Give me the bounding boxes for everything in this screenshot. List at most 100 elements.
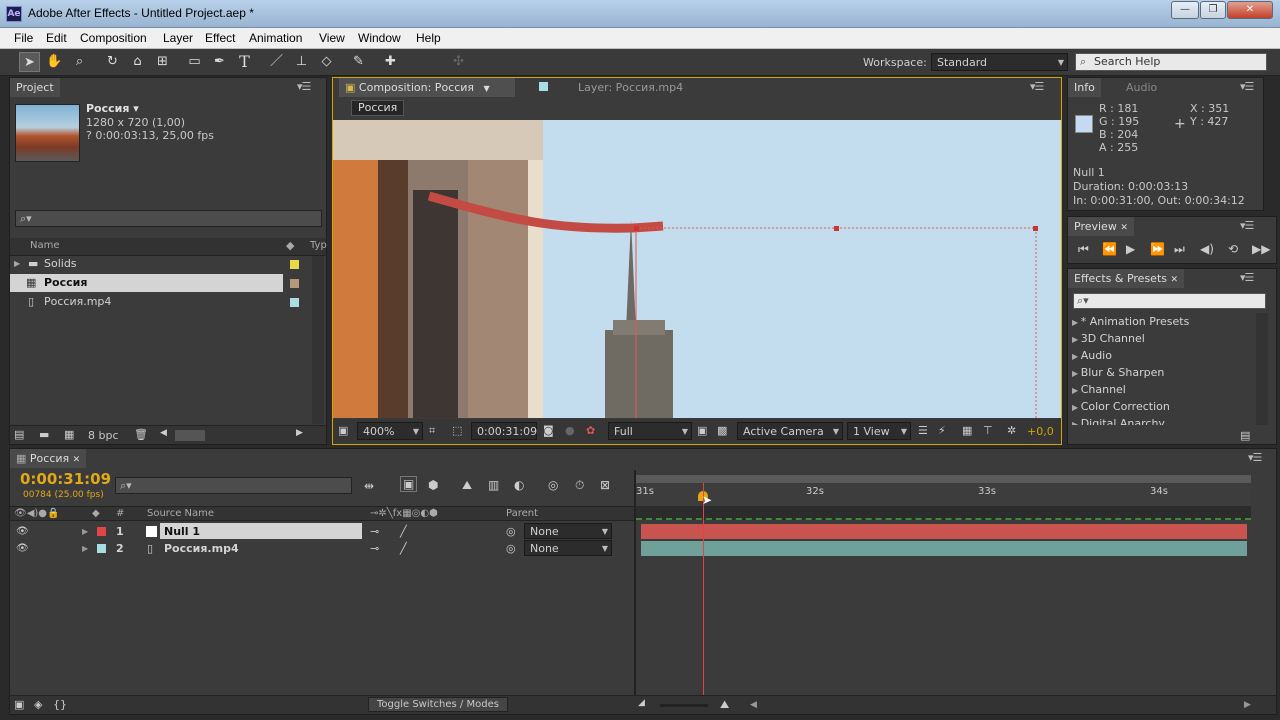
time-ruler[interactable]: 31s 32s 33s 34s <box>636 484 1251 506</box>
pick-whip-icon[interactable]: ◎ <box>506 523 516 541</box>
menu-effect[interactable]: Effect <box>205 31 235 45</box>
tab-effects-presets[interactable]: Effects & Presets ✕ <box>1068 269 1185 288</box>
comp-mini-flowchart-icon[interactable]: ⇹ <box>364 479 374 493</box>
tab-project[interactable]: Project <box>10 78 60 97</box>
label-color-swatch[interactable] <box>290 279 299 288</box>
type-tool-icon[interactable]: T <box>234 52 255 72</box>
close-button[interactable]: ✕ <box>1227 1 1273 19</box>
hide-shy-layers-icon[interactable]: ⛰ <box>462 478 472 493</box>
shy-switch-icon[interactable]: ⊸ <box>370 540 379 558</box>
scroll-right-icon[interactable]: ▶ <box>1244 700 1251 710</box>
motion-blur-icon[interactable]: ◐ <box>514 478 524 492</box>
effects-item[interactable]: ▶ Audio <box>1072 347 1112 365</box>
expand-arrow-icon[interactable]: ▶ <box>14 255 20 273</box>
snapshot-icon[interactable]: ◙ <box>543 424 554 437</box>
project-scrollbar[interactable] <box>312 256 324 424</box>
transfer-controls-icon[interactable]: ◈ <box>34 698 42 711</box>
menu-composition[interactable]: Composition <box>80 31 147 45</box>
effects-item[interactable]: ▶ 3D Channel <box>1072 330 1145 348</box>
pick-whip-icon[interactable]: ◎ <box>506 540 516 558</box>
work-area-bar[interactable] <box>636 506 1251 520</box>
timeline-layer-row[interactable]: 👁 ▶ 1 Null 1 ⊸ ╱ ◎ None ▼ <box>10 523 634 540</box>
zoom-tool-icon[interactable]: ⌕ <box>69 52 90 72</box>
loop-icon[interactable]: ⟲ <box>1228 242 1238 256</box>
new-folder-icon[interactable]: ▤ <box>1240 429 1250 442</box>
auto-keyframe-icon[interactable]: ⏱ <box>575 478 584 493</box>
roto-brush-tool-icon[interactable]: ✎ <box>348 52 369 72</box>
tab-composition[interactable]: ▣ Composition: Россия ▼ <box>339 78 515 97</box>
comp-breadcrumb[interactable]: Россия <box>351 100 405 116</box>
fast-preview-icon[interactable]: ▣ <box>697 424 707 437</box>
timeline-layer-row[interactable]: 👁 ▶ 2 ▯ Россия.mp4 ⊸ ╱ ◎ None ▼ <box>10 540 634 557</box>
current-time-display[interactable]: 0:00:31:09 <box>471 422 537 440</box>
search-help-input[interactable]: ⌕ Search Help <box>1075 53 1267 71</box>
eraser-tool-icon[interactable]: ◇ <box>316 52 337 72</box>
zoom-out-icon[interactable]: ◢ <box>638 698 645 708</box>
zoom-select[interactable]: 400% ▼ <box>357 422 423 440</box>
label-color-swatch[interactable] <box>97 527 106 536</box>
visibility-eye-icon[interactable]: 👁 <box>16 523 29 541</box>
effects-search-input[interactable]: ⌕▾ <box>1073 293 1266 309</box>
resolution-select[interactable]: Full ▼ <box>608 422 692 440</box>
toggle-switches-modes-button[interactable]: Toggle Switches / Modes <box>368 697 508 712</box>
close-tab-icon[interactable]: ✕ <box>73 455 81 465</box>
parent-select[interactable]: None ▼ <box>524 540 612 556</box>
label-color-swatch[interactable] <box>290 260 299 269</box>
camera-select[interactable]: Active Camera ▼ <box>737 422 843 440</box>
panel-menu-icon[interactable]: ▾☰ <box>1240 219 1254 232</box>
layer-switches-icon[interactable]: ▣ <box>14 698 24 711</box>
tab-timeline[interactable]: ▦ Россия ✕ <box>10 449 87 468</box>
panel-menu-icon[interactable]: ▾☰ <box>1248 451 1262 464</box>
playhead-line[interactable] <box>703 483 704 695</box>
new-comp-icon[interactable]: ▦ <box>64 428 74 441</box>
expand-arrow-icon[interactable]: ▶ <box>82 540 88 558</box>
project-item-solids[interactable]: ▶ ▬ Solids <box>10 255 310 273</box>
col-type-header[interactable]: Typ <box>310 240 327 251</box>
camera-tool-icon[interactable]: ⌂ <box>127 52 148 72</box>
tab-preview[interactable]: Preview ✕ <box>1068 217 1134 236</box>
menu-window[interactable]: Window <box>358 31 401 45</box>
workspace-select[interactable]: Standard ▼ <box>931 53 1068 71</box>
region-of-interest-icon[interactable]: ⬚ <box>452 424 462 437</box>
fast-render-icon[interactable]: ⚡ <box>938 424 946 437</box>
rectangle-tool-icon[interactable]: ▭ <box>184 52 205 72</box>
label-color-swatch[interactable] <box>97 544 106 553</box>
channel-icon[interactable]: ✿ <box>586 424 595 437</box>
zoom-in-icon[interactable]: ⛰ <box>720 698 729 712</box>
frame-blending-icon[interactable]: ▥ <box>488 478 499 492</box>
close-tab-icon[interactable]: ✕ <box>1120 223 1128 233</box>
tab-info[interactable]: Info <box>1068 78 1101 97</box>
transparency-grid-icon[interactable]: ▩ <box>717 424 727 437</box>
next-frame-icon[interactable]: ⏩ <box>1150 242 1165 256</box>
menu-edit[interactable]: Edit <box>46 31 67 45</box>
time-navigator[interactable] <box>636 475 1251 483</box>
visibility-eye-icon[interactable]: 👁 <box>16 540 29 558</box>
chevron-down-icon[interactable]: ▼ <box>484 84 490 93</box>
first-frame-icon[interactable]: ⏮ <box>1078 242 1089 257</box>
effects-item[interactable]: ▶ * Animation Presets <box>1072 313 1189 331</box>
reset-exposure-icon[interactable]: ✲ <box>1007 424 1016 437</box>
panel-menu-icon[interactable]: ▾☰ <box>297 80 311 93</box>
horizontal-scrollbar[interactable] <box>175 430 205 441</box>
resolution-icon[interactable]: ⌗ <box>429 424 435 438</box>
exposure-value[interactable]: +0,0 <box>1027 425 1054 438</box>
clone-stamp-tool-icon[interactable]: ⊥ <box>291 52 312 72</box>
timeline-current-time[interactable]: 0:00:31:09 <box>20 470 111 488</box>
in-out-panes-icon[interactable]: {} <box>53 698 67 711</box>
brush-tool-icon[interactable]: ／ <box>266 52 287 72</box>
audio-icon[interactable]: ◀) <box>1200 242 1214 256</box>
axis-mode-icon[interactable]: ✣ <box>448 52 469 72</box>
pan-behind-tool-icon[interactable]: ⊞ <box>152 52 173 72</box>
toggle-pixel-aspect-icon[interactable]: ☰ <box>918 424 928 437</box>
hand-tool-icon[interactable]: ✋ <box>44 52 65 72</box>
ram-preview-icon[interactable]: ▶▶ <box>1252 242 1270 256</box>
show-snapshot-icon[interactable]: ● <box>565 424 575 437</box>
label-color-swatch[interactable] <box>290 298 299 307</box>
always-preview-icon[interactable]: ▣ <box>338 424 348 437</box>
menu-help[interactable]: Help <box>416 31 441 45</box>
puppet-pin-tool-icon[interactable]: ✚ <box>380 52 401 72</box>
col-name-header[interactable]: Name <box>30 240 60 251</box>
layer-name[interactable]: Null 1 <box>160 523 362 539</box>
new-folder-icon[interactable]: ▬ <box>39 428 49 441</box>
menu-animation[interactable]: Animation <box>249 31 302 45</box>
